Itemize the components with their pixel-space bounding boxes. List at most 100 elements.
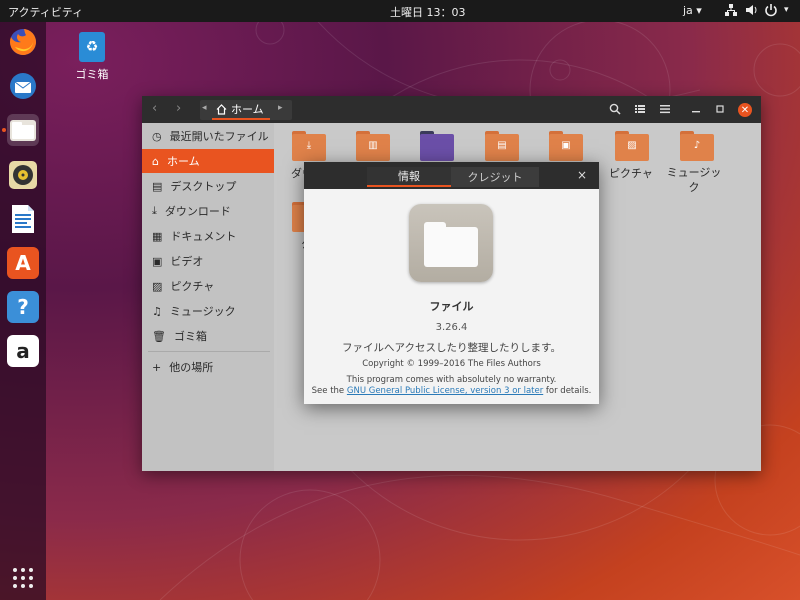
firefox-icon[interactable] xyxy=(7,26,39,58)
sidebar-item-label: ミュージック xyxy=(169,305,236,318)
software-icon[interactable]: A xyxy=(7,247,39,279)
dock: A ? a xyxy=(0,22,46,600)
sidebar: ◷ 最近開いたファイル ⌂ ホーム ▤ デスクトップ ⤓ ダウンロード ▦ ドキ… xyxy=(142,123,274,471)
sidebar-item-home[interactable]: ⌂ ホーム xyxy=(142,149,274,173)
view-options-icon[interactable] xyxy=(632,101,648,117)
picture-icon: ▨ xyxy=(152,279,163,293)
sidebar-item-downloads[interactable]: ⤓ ダウンロード xyxy=(142,199,274,223)
clock-icon: ◷ xyxy=(152,129,162,143)
folder-videos[interactable]: ▣ xyxy=(549,131,583,161)
files-icon[interactable] xyxy=(7,114,39,146)
folder-pictures[interactable]: ▨ xyxy=(615,131,649,161)
power-icon[interactable] xyxy=(764,3,778,17)
download-icon: ⤓ xyxy=(152,204,157,217)
sidebar-item-label: ピクチャ xyxy=(170,280,215,293)
rhythmbox-icon[interactable] xyxy=(7,159,39,191)
forward-button[interactable]: › xyxy=(176,101,181,116)
writer-icon[interactable] xyxy=(7,203,39,235)
folder-documents-2[interactable]: ▤ xyxy=(485,131,519,161)
about-dialog-header: 情報 クレジット × xyxy=(304,162,599,189)
license-suffix: for details. xyxy=(543,386,592,396)
plus-icon: + xyxy=(152,360,162,374)
music-icon: ♪ xyxy=(693,140,701,151)
clock[interactable]: 土曜日 13：03 xyxy=(390,4,466,20)
sidebar-item-videos[interactable]: ▣ ビデオ xyxy=(142,249,274,273)
folder-desktop[interactable] xyxy=(420,131,454,161)
path-left-arrow[interactable]: ◂ xyxy=(202,103,207,113)
video-icon: ▣ xyxy=(152,254,163,268)
about-dialog: 情報 クレジット × ファイル 3.26.4 ファイルへアクセスしたり整理したり… xyxy=(304,162,599,404)
path-right-arrow[interactable]: ▸ xyxy=(278,103,283,113)
folder-label: ピクチャ xyxy=(609,167,653,180)
chevron-down-icon[interactable]: ▾ xyxy=(784,5,798,19)
sidebar-item-trash[interactable]: 🗑 ゴミ箱 xyxy=(142,324,274,348)
warranty-line: This program comes with absolutely no wa… xyxy=(346,375,557,385)
folder-documents[interactable]: ▥ xyxy=(356,131,390,161)
app-name: ファイル xyxy=(429,300,474,313)
menu-icon[interactable] xyxy=(657,101,673,117)
thunderbird-icon[interactable] xyxy=(7,70,39,102)
app-version: 3.26.4 xyxy=(435,322,468,333)
desktop-trash[interactable]: ♻ ゴミ箱 xyxy=(70,32,114,82)
folder-music[interactable]: ♪ xyxy=(680,131,714,161)
sidebar-item-documents[interactable]: ▦ ドキュメント xyxy=(142,224,274,248)
sidebar-item-label: ダウンロード xyxy=(164,205,231,218)
sidebar-item-desktop[interactable]: ▤ デスクトップ xyxy=(142,174,274,198)
trash-icon: 🗑 xyxy=(152,329,166,343)
app-description: ファイルへアクセスしたり整理したりします。 xyxy=(342,342,561,354)
path-home-label: ホーム xyxy=(231,103,264,116)
video-icon: ▣ xyxy=(561,140,571,151)
sidebar-item-music[interactable]: ♫ ミュージック xyxy=(142,299,274,323)
sidebar-item-label: デスクトップ xyxy=(170,180,237,193)
picture-icon: ▨ xyxy=(627,140,637,151)
document-icon: ▤ xyxy=(497,140,507,151)
grid-icon[interactable] xyxy=(7,562,39,594)
sidebar-item-label: ビデオ xyxy=(170,255,204,268)
activities-button[interactable]: アクティビティ xyxy=(8,4,83,20)
language-indicator[interactable]: ja ▾ xyxy=(683,4,702,17)
license-link[interactable]: GNU General Public License, version 3 or… xyxy=(347,386,543,396)
files-app-icon xyxy=(409,204,493,282)
sidebar-item-pictures[interactable]: ▨ ピクチャ xyxy=(142,274,274,298)
desktop-icon: ▤ xyxy=(152,179,163,193)
close-icon[interactable]: × xyxy=(577,168,587,182)
license-prefix: See the xyxy=(311,386,347,396)
sidebar-item-label: ゴミ箱 xyxy=(173,330,207,343)
maximize-button[interactable] xyxy=(712,101,728,117)
sidebar-item-label: 他の場所 xyxy=(169,361,214,374)
desktop-trash-label: ゴミ箱 xyxy=(75,68,109,81)
sidebar-item-recent[interactable]: ◷ 最近開いたファイル xyxy=(142,124,274,148)
header-bar: ‹ › ◂ ホーム ▸ ✕ xyxy=(142,96,761,123)
back-button[interactable]: ‹ xyxy=(152,101,157,116)
license-line: See the GNU General Public License, vers… xyxy=(304,386,599,397)
music-icon: ♫ xyxy=(152,304,162,318)
sidebar-item-label: ドキュメント xyxy=(170,230,237,243)
amazon-icon[interactable]: a xyxy=(7,335,39,367)
tab-info[interactable]: 情報 xyxy=(367,167,451,187)
help-icon[interactable]: ? xyxy=(7,291,39,323)
path-bar: ◂ ホーム ▸ xyxy=(200,100,292,120)
download-icon: ⤓ xyxy=(306,140,312,151)
window-close-button[interactable]: ✕ xyxy=(738,103,752,117)
app-copyright: Copyright © 1999–2016 The Files Authors xyxy=(362,359,541,369)
app-warranty: This program comes with absolutely no wa… xyxy=(304,375,599,397)
volume-icon[interactable] xyxy=(745,3,759,17)
network-icon[interactable] xyxy=(724,3,738,17)
top-bar: アクティビティ 土曜日 13：03 ja ▾ ▾ xyxy=(0,0,800,22)
home-icon: ⌂ xyxy=(152,154,159,168)
sidebar-separator xyxy=(148,351,270,352)
recycle-icon: ♻ xyxy=(79,32,105,62)
sidebar-item-label: 最近開いたファイル xyxy=(169,130,269,143)
document-icon: ▦ xyxy=(152,229,163,243)
search-icon[interactable] xyxy=(607,101,623,117)
running-indicator xyxy=(2,128,6,132)
sidebar-item-label: ホーム xyxy=(166,155,200,168)
document-icon: ▥ xyxy=(368,140,378,151)
folder-label: ミュージック xyxy=(666,166,722,194)
tab-credits[interactable]: クレジット xyxy=(451,167,539,187)
minimize-button[interactable] xyxy=(688,101,704,117)
path-home[interactable]: ホーム xyxy=(212,100,270,120)
folder-downloads[interactable]: ⤓ xyxy=(292,131,326,161)
sidebar-item-other-locations[interactable]: + 他の場所 xyxy=(142,355,274,379)
home-icon xyxy=(216,103,227,115)
